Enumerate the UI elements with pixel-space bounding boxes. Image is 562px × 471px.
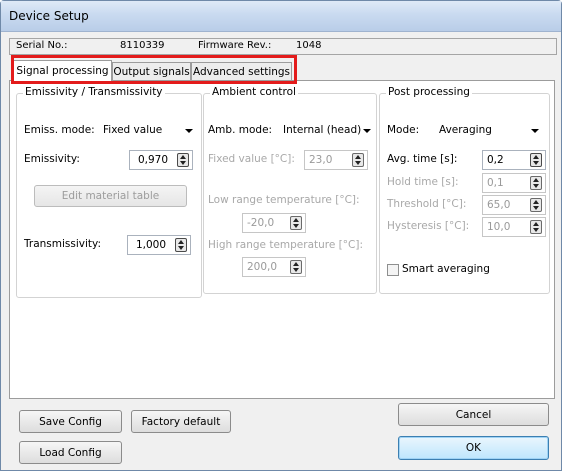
- title-bar[interactable]: Device Setup: [1, 1, 561, 32]
- spin-arrows-icon[interactable]: [530, 220, 542, 234]
- post-processing-group-title: Post processing: [386, 86, 472, 98]
- chevron-down-icon: [363, 129, 371, 133]
- spin-arrows-icon[interactable]: [530, 153, 542, 167]
- fixed-value-field[interactable]: 23,0: [304, 150, 368, 170]
- high-range-field[interactable]: 200,0: [242, 257, 306, 277]
- transmissivity-value: 1,000: [135, 239, 166, 251]
- smart-averaging-label[interactable]: Smart averaging: [402, 263, 490, 275]
- hysteresis-label: Hysteresis [°C]:: [387, 220, 470, 232]
- device-setup-window: Device Setup Serial No.: 8110339 Firmwar…: [0, 0, 562, 471]
- signal-processing-panel: Emissivity / Transmissivity Emiss. mode:…: [9, 80, 555, 399]
- post-mode-select[interactable]: Averaging: [434, 121, 544, 139]
- emiss-mode-value: Fixed value: [103, 124, 163, 136]
- device-info-bar: Serial No.: 8110339 Firmware Rev.: 1048: [9, 38, 557, 55]
- low-range-value: -20,0: [247, 217, 275, 229]
- hysteresis-value: 10,0: [487, 221, 511, 233]
- high-range-label: High range temperature [°C]:: [208, 239, 363, 251]
- threshold-label: Threshold [°C]:: [387, 198, 467, 210]
- emissivity-field[interactable]: 0,970: [129, 150, 193, 170]
- load-config-button[interactable]: Load Config: [19, 441, 122, 464]
- factory-default-button[interactable]: Factory default: [131, 410, 231, 433]
- spin-arrows-icon[interactable]: [530, 198, 542, 212]
- hysteresis-field[interactable]: 10,0: [482, 217, 546, 237]
- avg-time-field[interactable]: 0,2: [482, 150, 546, 170]
- spin-arrows-icon[interactable]: [352, 153, 364, 167]
- amb-mode-select[interactable]: Internal (head): [278, 121, 376, 139]
- low-range-label: Low range temperature [°C]:: [208, 194, 360, 206]
- tab-signal-processing[interactable]: Signal processing: [13, 60, 112, 81]
- save-config-button[interactable]: Save Config: [19, 410, 122, 433]
- hold-time-field[interactable]: 0,1: [482, 173, 546, 193]
- post-mode-value: Averaging: [439, 124, 492, 136]
- avg-time-label: Avg. time [s]:: [387, 153, 458, 165]
- ok-button[interactable]: OK: [398, 436, 549, 460]
- spin-arrows-icon[interactable]: [175, 238, 187, 252]
- low-range-field[interactable]: -20,0: [242, 213, 306, 233]
- post-mode-label: Mode:: [387, 124, 420, 136]
- high-range-value: 200,0: [247, 261, 278, 273]
- chevron-down-icon: [531, 129, 539, 133]
- serial-label: Serial No.:: [16, 40, 68, 51]
- threshold-field[interactable]: 65,0: [482, 195, 546, 215]
- chevron-down-icon: [185, 129, 193, 133]
- transmissivity-label: Transmissivity:: [24, 238, 101, 250]
- spin-arrows-icon[interactable]: [290, 260, 302, 274]
- window-title: Device Setup: [9, 9, 89, 23]
- firmware-value: 1048: [296, 40, 322, 51]
- hold-time-label: Hold time [s]:: [387, 176, 459, 188]
- fixed-value-label: Fixed value [°C]:: [208, 153, 295, 165]
- avg-time-value: 0,2: [487, 154, 504, 166]
- emissivity-label: Emissivity:: [24, 153, 80, 165]
- emiss-mode-select[interactable]: Fixed value: [98, 121, 198, 139]
- ambient-group-title: Ambient control: [210, 86, 298, 98]
- spin-arrows-icon[interactable]: [530, 176, 542, 190]
- cancel-button[interactable]: Cancel: [398, 403, 549, 426]
- spin-arrows-icon[interactable]: [177, 153, 189, 167]
- firmware-label: Firmware Rev.:: [198, 40, 272, 51]
- emissivity-value: 0,970: [137, 154, 168, 166]
- threshold-value: 65,0: [487, 199, 511, 211]
- fixed-value-value: 23,0: [309, 154, 333, 166]
- spin-arrows-icon[interactable]: [290, 216, 302, 230]
- emiss-mode-label: Emiss. mode:: [24, 124, 95, 136]
- tab-output-signals[interactable]: Output signals: [112, 62, 191, 80]
- amb-mode-value: Internal (head): [283, 124, 362, 136]
- serial-value: 8110339: [120, 40, 165, 51]
- edit-material-table-button[interactable]: Edit material table: [34, 185, 187, 207]
- emissivity-group-title: Emissivity / Transmissivity: [23, 86, 165, 98]
- amb-mode-label: Amb. mode:: [208, 124, 273, 136]
- hold-time-value: 0,1: [487, 177, 504, 189]
- tab-advanced-settings[interactable]: Advanced settings: [191, 62, 292, 80]
- smart-averaging-checkbox[interactable]: [387, 264, 399, 276]
- transmissivity-field[interactable]: 1,000: [127, 235, 191, 255]
